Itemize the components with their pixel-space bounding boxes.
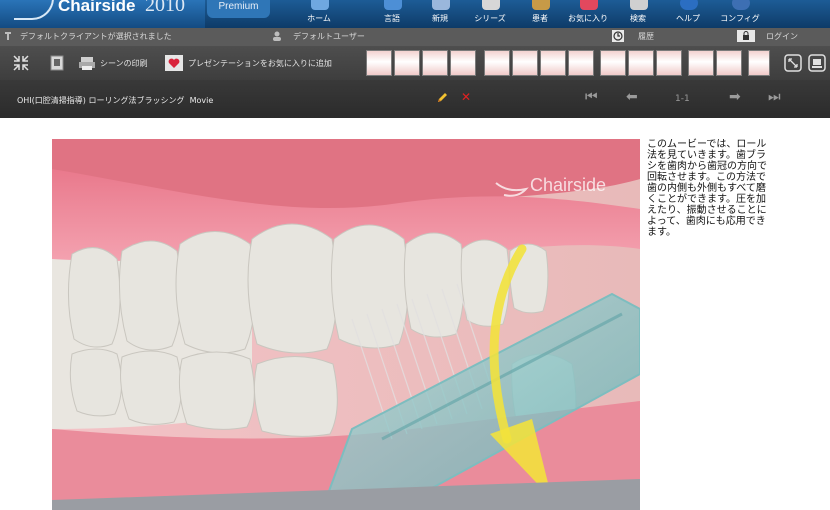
client-status[interactable]: デフォルトクライアントが選択されました — [20, 31, 172, 42]
nav-config-button[interactable]: コンフィグ — [716, 0, 764, 28]
nav-new-button[interactable]: 新規 — [416, 0, 464, 28]
scene-thumbnail[interactable] — [484, 50, 510, 76]
history-link[interactable]: 履歴 — [638, 31, 654, 42]
add-presentation-favorite-button[interactable]: プレゼンテーションをお気に入りに追加 — [188, 58, 332, 69]
scene-title-bar: OHI(口腔清掃指導) ローリング法ブラッシング Movie ✕ ⏮ ⬅ 1-1… — [0, 80, 830, 118]
scene-thumbnail[interactable] — [688, 50, 714, 76]
first-page-icon[interactable]: ⏮ — [585, 90, 598, 104]
scene-content: Chairside このムービーでは、ロール法を見ていきます。歯ブラシを歯肉から… — [0, 118, 830, 510]
scene-type: Movie — [189, 96, 214, 105]
scene-thumbnail[interactable] — [512, 50, 538, 76]
clock-icon — [612, 30, 624, 42]
edit-icon[interactable] — [436, 92, 448, 104]
user-status[interactable]: デフォルトユーザー — [293, 31, 365, 42]
prev-page-icon[interactable]: ⬅ — [626, 90, 638, 104]
search-icon — [630, 0, 648, 10]
scene-toolbar: シーンの印刷 プレゼンテーションをお気に入りに追加 — [0, 46, 830, 80]
config-icon — [732, 0, 750, 10]
fullscreen-icon[interactable] — [784, 54, 802, 72]
nav-help-button[interactable]: ヘルプ — [664, 0, 712, 28]
nav-language-label: 言語 — [384, 14, 400, 23]
movie-player[interactable]: Chairside — [52, 139, 640, 510]
print-scene-button[interactable]: シーンの印刷 — [100, 58, 148, 69]
nav-patient-button[interactable]: 患者 — [516, 0, 564, 28]
brushing-illustration: Chairside — [52, 139, 640, 510]
nav-search-label: 検索 — [630, 14, 646, 23]
lock-icon — [737, 30, 755, 42]
top-nav-bar: Chairside 2010 Premium ホーム 言語 新規 シリーズ 患者… — [0, 0, 830, 28]
document-icon[interactable] — [48, 54, 66, 72]
nav-config-label: コンフィグ — [720, 14, 760, 23]
scene-thumbnail[interactable] — [540, 50, 566, 76]
scene-title-text: OHI(口腔清掃指導) ローリング法ブラッシング — [17, 96, 185, 105]
page-indicator: 1-1 — [675, 94, 690, 104]
nav-home-label: ホーム — [307, 14, 331, 23]
collapse-icon[interactable] — [12, 54, 30, 72]
user-icon — [273, 31, 281, 41]
new-icon — [432, 0, 450, 10]
scene-thumbnail[interactable] — [568, 50, 594, 76]
logo-year: 2010 — [145, 0, 185, 16]
scene-thumbnail[interactable] — [628, 50, 654, 76]
nav-favorites-button[interactable]: お気に入り — [564, 0, 612, 28]
nav-patient-label: 患者 — [532, 14, 548, 23]
nav-new-label: 新規 — [432, 14, 448, 23]
watermark-text: Chairside — [530, 175, 606, 195]
scene-title: OHI(口腔清掃指導) ローリング法ブラッシング Movie — [17, 95, 213, 106]
present-icon[interactable] — [808, 54, 826, 72]
login-link[interactable]: ログイン — [766, 31, 798, 42]
logo-text: Chairside — [58, 0, 136, 15]
nav-search-button[interactable]: 検索 — [614, 0, 662, 28]
nav-series-button[interactable]: シリーズ — [466, 0, 514, 28]
home-icon — [311, 0, 329, 10]
chairside-logo-icon — [14, 0, 54, 20]
help-icon — [680, 0, 698, 10]
last-page-icon[interactable]: ⏭ — [768, 90, 781, 104]
next-page-icon[interactable]: ➡ — [729, 90, 741, 104]
pin-icon — [5, 32, 11, 40]
scene-description: このムービーでは、ロール法を見ていきます。歯ブラシを歯肉から歯冠の方向で回転させ… — [647, 139, 767, 238]
scene-thumbnail[interactable] — [422, 50, 448, 76]
series-icon — [482, 0, 500, 10]
scene-thumbnail[interactable] — [716, 50, 742, 76]
nav-home-button[interactable]: ホーム — [295, 0, 343, 28]
favorite-icon — [580, 0, 598, 10]
language-icon — [384, 0, 402, 10]
scene-thumbnail[interactable] — [600, 50, 626, 76]
edition-badge: Premium — [207, 0, 270, 18]
app-logo: Chairside 2010 — [0, 0, 205, 28]
scene-thumbnail[interactable] — [394, 50, 420, 76]
heart-icon — [165, 55, 183, 71]
status-bar: デフォルトクライアントが選択されました デフォルトユーザー 履歴 ログイン — [0, 28, 830, 46]
scene-thumbnail[interactable] — [748, 50, 770, 76]
scene-thumbnail[interactable] — [366, 50, 392, 76]
patient-icon — [532, 0, 550, 10]
delete-icon[interactable]: ✕ — [461, 91, 471, 103]
nav-favorites-label: お気に入り — [568, 14, 608, 23]
nav-series-label: シリーズ — [474, 14, 506, 23]
scene-thumbnail[interactable] — [450, 50, 476, 76]
nav-help-label: ヘルプ — [676, 14, 700, 23]
nav-language-button[interactable]: 言語 — [368, 0, 416, 28]
scene-thumbnail[interactable] — [656, 50, 682, 76]
printer-icon — [79, 57, 95, 70]
